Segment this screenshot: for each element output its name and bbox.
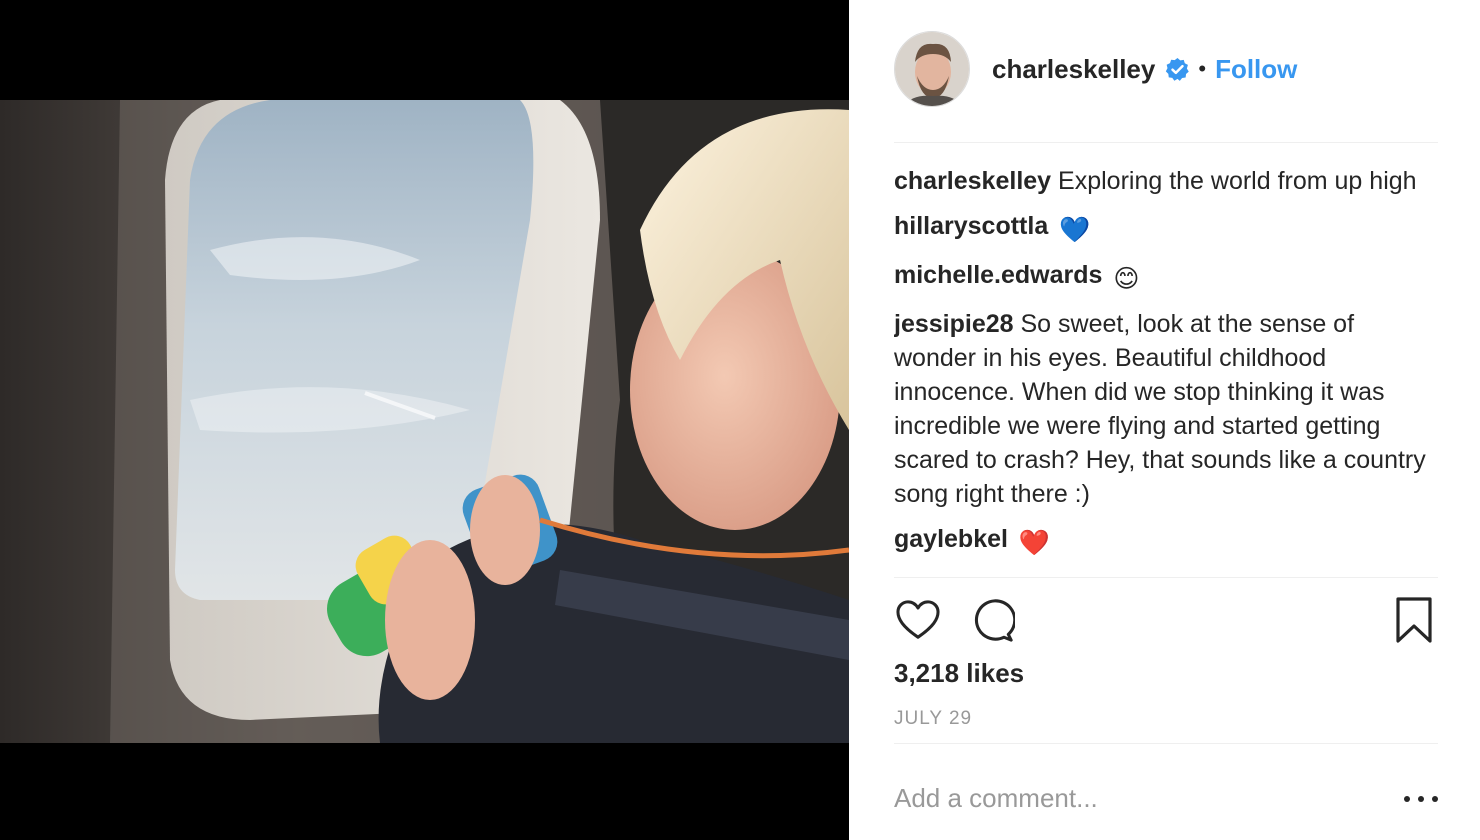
comment-bubble-icon bbox=[974, 599, 1015, 642]
action-bar bbox=[894, 594, 1438, 648]
verified-badge-icon bbox=[1165, 57, 1190, 82]
blue-heart-emoji: 💙 bbox=[1059, 216, 1091, 244]
comment-item: michelle.edwards 😊 bbox=[894, 258, 1442, 296]
more-options-button[interactable] bbox=[1404, 786, 1438, 812]
comment-username[interactable]: charleskelley bbox=[894, 167, 1051, 195]
photo-illustration bbox=[0, 100, 849, 743]
more-dot-icon bbox=[1418, 796, 1424, 802]
footer-divider bbox=[894, 743, 1438, 744]
add-comment-input[interactable] bbox=[894, 776, 1374, 820]
save-button[interactable] bbox=[1390, 594, 1438, 646]
header-separator: • bbox=[1198, 56, 1207, 81]
comment-text: Exploring the world from up high bbox=[1058, 167, 1417, 195]
comment-button[interactable] bbox=[968, 594, 1016, 646]
follow-button[interactable]: Follow bbox=[1215, 54, 1297, 85]
comment-username[interactable]: michelle.edwards bbox=[894, 261, 1102, 289]
post-date[interactable]: JULY 29 bbox=[894, 708, 972, 730]
caption-comment: charleskelley Exploring the world from u… bbox=[894, 164, 1442, 198]
bookmark-icon bbox=[1396, 597, 1432, 643]
post-side-panel: charleskelley • Follow charleskelley Exp… bbox=[849, 0, 1480, 840]
more-dot-icon bbox=[1432, 796, 1438, 802]
avatar[interactable] bbox=[894, 31, 970, 107]
post-header: charleskelley • Follow bbox=[894, 30, 1438, 108]
avatar-image bbox=[895, 32, 969, 106]
comments-divider bbox=[894, 577, 1438, 578]
media-pane bbox=[0, 0, 849, 840]
comment-text: So sweet, look at the sense of wonder in… bbox=[894, 310, 1426, 508]
comment-username[interactable]: jessipie28 bbox=[894, 310, 1014, 338]
red-heart-emoji: ❤️ bbox=[1018, 529, 1051, 557]
smile-emoji: 😊 bbox=[1113, 265, 1140, 293]
more-dot-icon bbox=[1404, 796, 1410, 802]
comment-item: jessipie28 So sweet, look at the sense o… bbox=[894, 307, 1442, 511]
comment-item: hillaryscottla 💙 bbox=[894, 209, 1442, 247]
comment-item: gaylebkel ❤️ bbox=[894, 522, 1442, 560]
likes-count[interactable]: 3,218 likes bbox=[894, 658, 1024, 689]
post-photo[interactable] bbox=[0, 100, 849, 743]
heart-icon bbox=[896, 600, 940, 639]
comment-username[interactable]: hillaryscottla bbox=[894, 212, 1048, 240]
like-button[interactable] bbox=[894, 594, 942, 646]
header-username[interactable]: charleskelley bbox=[992, 54, 1155, 85]
comment-username[interactable]: gaylebkel bbox=[894, 525, 1008, 553]
header-divider bbox=[894, 142, 1438, 143]
comments-list[interactable]: charleskelley Exploring the world from u… bbox=[894, 164, 1442, 576]
